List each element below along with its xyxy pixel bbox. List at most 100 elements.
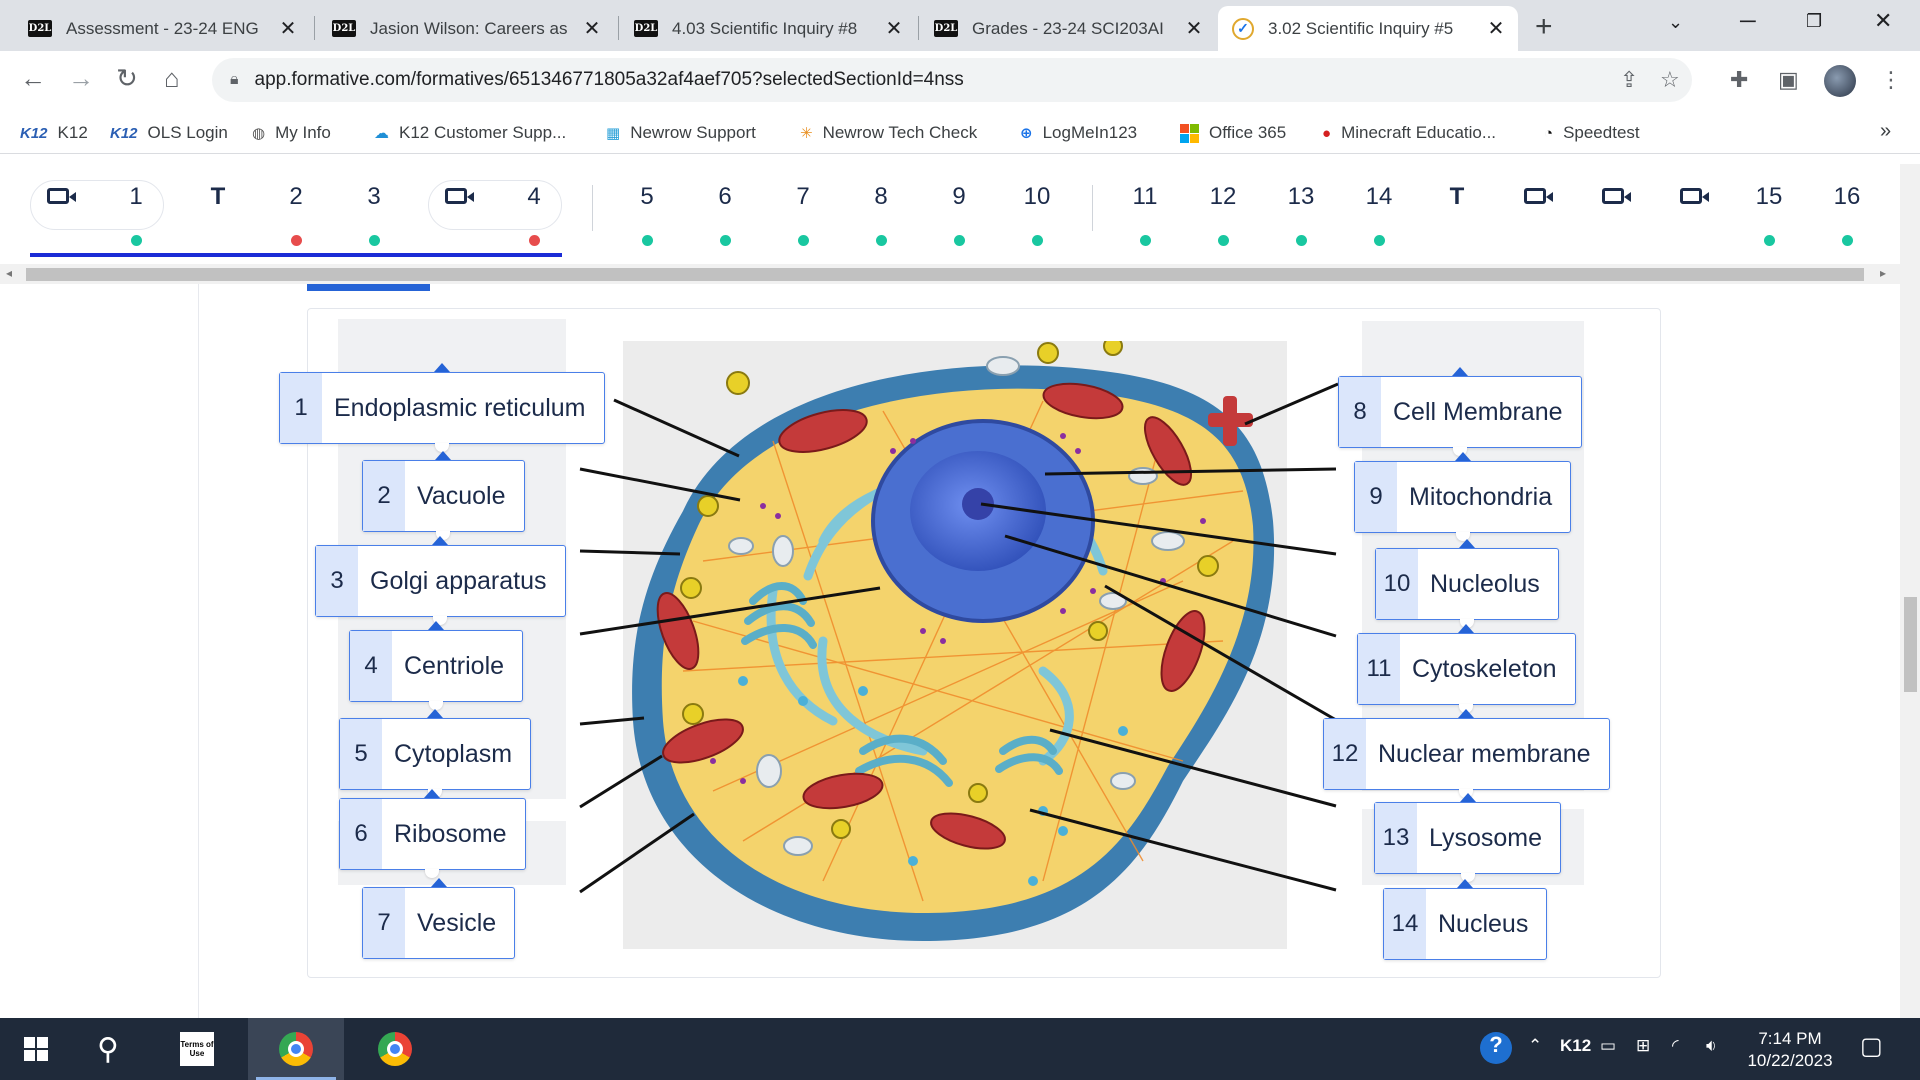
scrollbar-thumb[interactable] <box>1904 597 1917 692</box>
browser-tab[interactable]: D2L 4.03 Scientific Inquiry #8 ✕ <box>620 6 916 51</box>
share-icon[interactable]: ⇪ <box>1620 67 1638 93</box>
bookmark-office-365[interactable]: Office 365 <box>1180 123 1286 143</box>
chrome-taskbar-icon[interactable] <box>350 1018 440 1080</box>
windows-taskbar: ⚲ Terms of Use ? ⌃ K12 ▭ ⊞ ◜ 🔉︎ 7:14 PM … <box>0 1018 1920 1080</box>
status-dot-complete <box>1842 235 1853 246</box>
address-bar[interactable]: 🔒︎ app.formative.com/formatives/65134677… <box>212 58 1692 102</box>
draggable-label[interactable]: 4 Centriole <box>349 621 524 710</box>
question-8[interactable]: 8 <box>859 183 903 211</box>
home-icon[interactable]: ⌂ <box>164 63 180 94</box>
browser-tab-strip: D2L Assessment - 23-24 ENG ✕ D2L Jasion … <box>0 0 1920 51</box>
question-7[interactable]: 7 <box>781 183 825 211</box>
draggable-label[interactable]: 13 Lysosome <box>1374 793 1562 882</box>
draggable-label[interactable]: 11 Cytoskeleton <box>1357 624 1576 713</box>
tab-search-chevron-icon[interactable]: ⌄ <box>1668 12 1683 33</box>
question-2[interactable]: 2 <box>274 183 318 211</box>
close-tab-icon[interactable]: ✕ <box>1484 16 1508 41</box>
bookmark-logmein123[interactable]: ⊕ LogMeIn123 <box>1020 123 1137 143</box>
draggable-label[interactable]: 7 Vesicle <box>362 878 516 959</box>
search-icon[interactable]: ⚲ <box>76 1018 140 1080</box>
draggable-label[interactable]: 12 Nuclear membrane <box>1323 709 1610 798</box>
show-hidden-icons-chevron[interactable]: ⌃ <box>1528 1036 1542 1056</box>
question-11[interactable]: 11 <box>1123 183 1167 211</box>
profile-avatar[interactable] <box>1824 65 1856 97</box>
close-tab-icon[interactable]: ✕ <box>1182 16 1206 41</box>
status-dot-complete <box>642 235 653 246</box>
bookmark-k12[interactable]: K12 K12 <box>20 123 88 143</box>
question-video-icon[interactable] <box>1513 183 1557 211</box>
restore-button[interactable]: ❐ <box>1806 11 1822 32</box>
help-icon[interactable]: ? <box>1480 1032 1512 1064</box>
draggable-label[interactable]: 5 Cytoplasm <box>339 709 532 798</box>
scroll-left-arrow-icon[interactable]: ◂ <box>6 266 12 280</box>
display-icon[interactable]: ⊞ <box>1636 1036 1650 1056</box>
bookmark-newrow-support[interactable]: ▦ Newrow Support <box>606 123 756 143</box>
forward-arrow-icon[interactable]: → <box>68 63 94 94</box>
extensions-puzzle-icon[interactable]: ✚ <box>1730 67 1748 93</box>
bookmark-minecraft-education[interactable]: ● Minecraft Educatio... <box>1322 123 1496 143</box>
lock-icon[interactable]: 🔒︎ <box>230 71 239 89</box>
k12-tray-icon[interactable]: K12 <box>1560 1036 1591 1056</box>
browser-tab[interactable]: D2L Grades - 23-24 SCI203AI ✕ <box>920 6 1216 51</box>
bookmark-k12-customer-support[interactable]: ☁ K12 Customer Supp... <box>374 123 566 143</box>
question-12[interactable]: 12 <box>1201 183 1245 211</box>
question-9[interactable]: 9 <box>937 183 981 211</box>
bookmark-speedtest[interactable]: ◔ Speedtest <box>1544 123 1640 143</box>
question-text-icon[interactable]: T <box>1435 183 1479 211</box>
draggable-label[interactable]: 14 Nucleus <box>1383 879 1548 960</box>
draggable-label[interactable]: 1 Endoplasmic reticulum <box>279 363 605 452</box>
close-tab-icon[interactable]: ✕ <box>276 16 300 41</box>
close-tab-icon[interactable]: ✕ <box>580 16 604 41</box>
side-panel-icon[interactable]: ▣ <box>1778 67 1799 93</box>
question-15[interactable]: 15 <box>1747 183 1791 211</box>
terms-of-use-icon[interactable]: Terms of Use <box>156 1018 238 1080</box>
bookmark-newrow-tech-check[interactable]: ✳ Newrow Tech Check <box>800 123 977 143</box>
bookmark-ols-login[interactable]: K12 OLS Login <box>110 123 228 143</box>
draggable-label[interactable]: 6 Ribosome <box>339 789 526 878</box>
vertical-scrollbar[interactable] <box>1900 164 1920 1018</box>
question-video-icon[interactable] <box>1591 183 1635 211</box>
browser-tab[interactable]: D2L Jasion Wilson: Careers as ✕ <box>318 6 614 51</box>
question-video-icon[interactable] <box>434 183 478 211</box>
new-tab-button[interactable]: + <box>1535 10 1553 44</box>
question-13[interactable]: 13 <box>1279 183 1323 211</box>
browser-tab[interactable]: D2L Assessment - 23-24 ENG ✕ <box>14 6 310 51</box>
question-6[interactable]: 6 <box>703 183 747 211</box>
question-text-icon[interactable]: T <box>196 183 240 211</box>
draggable-label[interactable]: 3 Golgi apparatus <box>315 536 566 625</box>
close-window-button[interactable]: ✕ <box>1874 8 1892 34</box>
question-10[interactable]: 10 <box>1015 183 1059 211</box>
windows-start-icon[interactable] <box>0 1018 72 1080</box>
bookmark-star-icon[interactable]: ☆ <box>1660 67 1680 93</box>
browser-tab-active[interactable]: ✓ 3.02 Scientific Inquiry #5 ✕ <box>1218 6 1518 51</box>
wifi-icon[interactable]: ◜ <box>1672 1036 1679 1056</box>
battery-icon[interactable]: ▭ <box>1600 1036 1616 1056</box>
bookmark-my-info[interactable]: ◍ My Info <box>252 123 331 143</box>
volume-icon[interactable]: 🔉︎ <box>1706 1036 1717 1056</box>
scroll-right-arrow-icon[interactable]: ▸ <box>1880 266 1886 280</box>
reload-icon[interactable]: ↻ <box>116 63 138 94</box>
question-1[interactable]: 1 <box>114 183 158 211</box>
more-bookmarks-chevron[interactable]: » <box>1880 120 1891 143</box>
scrollbar-thumb[interactable] <box>26 268 1864 281</box>
question-video-icon[interactable] <box>36 183 80 211</box>
question-14[interactable]: 14 <box>1357 183 1401 211</box>
draggable-label[interactable]: 9 Mitochondria <box>1354 452 1572 541</box>
draggable-label[interactable]: 8 Cell Membrane <box>1338 367 1582 456</box>
question-5[interactable]: 5 <box>625 183 669 211</box>
system-clock[interactable]: 7:14 PM 10/22/2023 <box>1740 1028 1840 1072</box>
back-arrow-icon[interactable]: ← <box>20 63 46 94</box>
notifications-icon[interactable]: ▢ <box>1860 1032 1883 1061</box>
question-16[interactable]: 16 <box>1825 183 1869 211</box>
close-tab-icon[interactable]: ✕ <box>882 16 906 41</box>
draggable-label[interactable]: 2 Vacuole <box>362 451 525 540</box>
question-video-icon[interactable] <box>1669 183 1713 211</box>
k12-icon: K12 <box>110 124 138 142</box>
minimize-button[interactable]: ─ <box>1740 8 1756 34</box>
draggable-label[interactable]: 10 Nucleolus <box>1375 539 1559 628</box>
question-4[interactable]: 4 <box>512 183 556 211</box>
browser-menu-icon[interactable]: ⋮ <box>1880 67 1902 93</box>
chrome-taskbar-icon[interactable] <box>248 1018 344 1080</box>
question-3[interactable]: 3 <box>352 183 396 211</box>
horizontal-scrollbar[interactable]: ◂ ▸ <box>0 264 1900 284</box>
